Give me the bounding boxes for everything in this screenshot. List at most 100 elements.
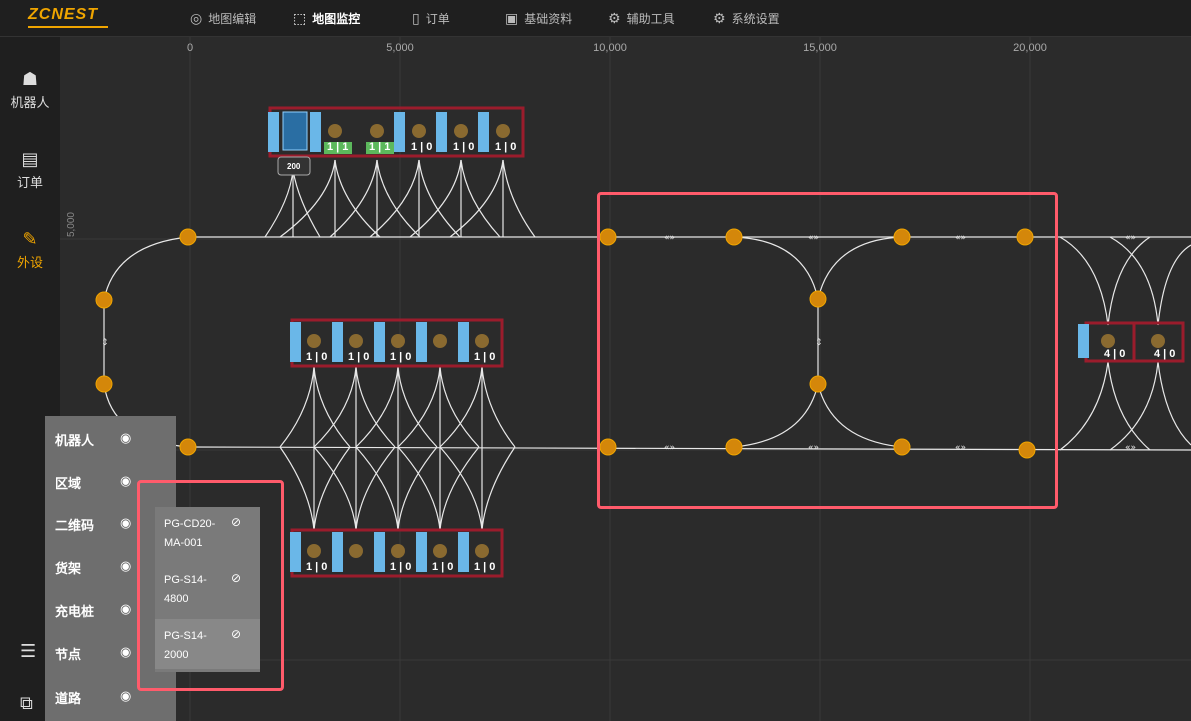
charger-icon xyxy=(1101,334,1115,348)
road-curve xyxy=(502,159,536,238)
layer-item-road[interactable]: 道路 xyxy=(55,688,81,707)
road-curve xyxy=(397,446,441,531)
eye-icon[interactable]: ◉ xyxy=(120,473,131,489)
road-curve xyxy=(481,366,516,448)
ruler-x-tick: 20,000 xyxy=(1013,42,1047,54)
map-node xyxy=(179,438,197,456)
layer-item-robot[interactable]: 机器人 xyxy=(55,430,94,449)
map-node xyxy=(95,375,113,393)
eye-icon[interactable]: ◉ xyxy=(120,430,131,446)
charger-icon xyxy=(1151,334,1165,348)
road-curve xyxy=(439,366,483,448)
road-curve xyxy=(397,366,441,448)
ruler-x-tick: 5,000 xyxy=(386,42,414,54)
charger-icon xyxy=(496,124,510,138)
charger-icon xyxy=(391,544,405,558)
road-curve xyxy=(481,446,516,531)
charger-icon xyxy=(349,544,363,558)
road-curve xyxy=(279,446,315,531)
shelf-block xyxy=(332,322,343,362)
highlight-box-map-region xyxy=(597,192,1058,509)
shelf-block xyxy=(374,532,385,572)
road-curve xyxy=(1107,236,1151,326)
charger-icon xyxy=(307,334,321,348)
shelf-block xyxy=(290,322,301,362)
charger-count: 1 | 0 xyxy=(411,141,433,153)
charger-icon xyxy=(433,334,447,348)
charger-count: 1 | 1 xyxy=(327,141,349,153)
charger-icon xyxy=(475,334,489,348)
charger-icon xyxy=(412,124,426,138)
road-curve xyxy=(409,159,462,238)
road-curve xyxy=(1059,236,1109,326)
robot-label: 200 xyxy=(287,162,301,171)
road-curve xyxy=(439,366,480,448)
charger-count: 1 | 0 xyxy=(474,351,496,363)
road-curve xyxy=(1107,361,1151,451)
charger-icon xyxy=(370,124,384,138)
ruler-y-tick: 5,000 xyxy=(66,212,77,238)
direction-arrow: ⇕ xyxy=(101,338,109,348)
shelf-block xyxy=(436,112,447,152)
road-curve xyxy=(1059,361,1109,451)
road-curve xyxy=(103,236,189,301)
robot-body xyxy=(282,111,308,151)
road-curve xyxy=(264,169,294,238)
eye-icon[interactable]: ◉ xyxy=(120,644,131,660)
shelf-block xyxy=(416,322,427,362)
highlight-box-qrcode-panel xyxy=(137,480,284,691)
shelf-block xyxy=(290,532,301,572)
charger-icon xyxy=(454,124,468,138)
eye-icon[interactable]: ◉ xyxy=(120,558,131,574)
charger-count: 4 | 0 xyxy=(1154,348,1176,360)
road-curve xyxy=(439,446,483,531)
road-curve xyxy=(460,159,501,238)
charger-icon xyxy=(349,334,363,348)
charger-count: 1 | 0 xyxy=(348,351,370,363)
shelf-row-top xyxy=(268,106,525,176)
road-curve xyxy=(439,446,480,531)
road-curve xyxy=(1157,244,1191,326)
road-curve xyxy=(279,366,315,448)
eye-icon[interactable]: ◉ xyxy=(120,601,131,617)
ruler-x-tick: 15,000 xyxy=(803,42,837,54)
charger-count: 1 | 0 xyxy=(495,141,517,153)
road-curve xyxy=(313,366,357,448)
road-curve xyxy=(313,446,357,531)
ruler-x-tick: 10,000 xyxy=(593,42,627,54)
layer-item-node[interactable]: 节点 xyxy=(55,644,81,663)
shelf-block xyxy=(416,532,427,572)
shelf-block xyxy=(394,112,405,152)
shelf-block xyxy=(1078,324,1089,358)
road-curve xyxy=(1157,361,1191,446)
shelf-block xyxy=(268,112,279,152)
layer-item-qrcode[interactable]: 二维码 xyxy=(55,515,94,534)
road-curve xyxy=(355,366,396,448)
charger-count: 1 | 1 xyxy=(369,141,391,153)
charger-count: 1 | 0 xyxy=(453,141,475,153)
shelf-block xyxy=(458,322,469,362)
shelf-block xyxy=(310,112,321,152)
charger-count: 1 | 0 xyxy=(390,561,412,573)
direction-arrow: «» xyxy=(1125,443,1136,453)
charger-icon xyxy=(433,544,447,558)
road-curve xyxy=(313,446,351,531)
charger-icon xyxy=(391,334,405,348)
charger-count: 1 | 0 xyxy=(306,351,328,363)
charger-icon xyxy=(475,544,489,558)
road-curve xyxy=(355,366,399,448)
layer-item-shelf[interactable]: 货架 xyxy=(55,558,81,577)
layer-item-charger[interactable]: 充电桩 xyxy=(55,601,94,620)
shelf-block xyxy=(374,322,385,362)
charger-icon xyxy=(328,124,342,138)
shelf-block xyxy=(478,112,489,152)
charger-count: 1 | 0 xyxy=(306,561,328,573)
charger-count: 4 | 0 xyxy=(1104,348,1126,360)
layer-item-area[interactable]: 区域 xyxy=(55,473,81,492)
charger-count: 1 | 0 xyxy=(390,351,412,363)
eye-icon[interactable]: ◉ xyxy=(120,515,131,531)
road-curve xyxy=(397,446,438,531)
eye-icon[interactable]: ◉ xyxy=(120,688,131,704)
road-curve xyxy=(355,446,396,531)
road-curve xyxy=(449,159,504,238)
